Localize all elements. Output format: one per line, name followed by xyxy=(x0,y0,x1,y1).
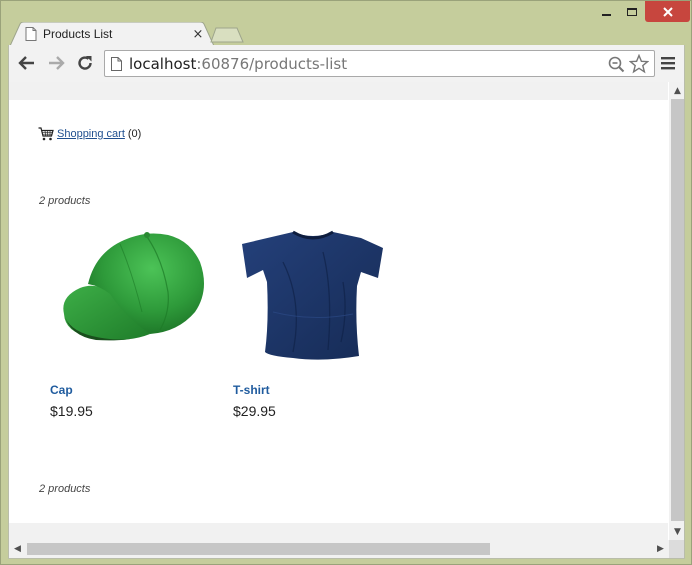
reload-icon xyxy=(78,56,92,70)
product-card: Cap $19.95 xyxy=(50,222,210,419)
minimize-button[interactable] xyxy=(593,1,619,22)
cart-count: (0) xyxy=(127,128,142,140)
reload-button[interactable] xyxy=(73,52,97,74)
horizontal-scroll-thumb[interactable] xyxy=(27,543,490,555)
browser-window: Products List × localhost:60876/products… xyxy=(0,0,692,565)
maximize-button[interactable] xyxy=(619,1,645,22)
url-text: localhost:60876/products-list xyxy=(129,55,347,73)
product-count: 2 products xyxy=(39,195,91,207)
page-viewport: Shopping cart (0) 2 products Cap $19.95 … xyxy=(8,82,685,559)
navy-tshirt-icon xyxy=(242,230,383,360)
forward-arrow-icon xyxy=(49,56,65,70)
vertical-scrollbar[interactable]: ▲ ▼ xyxy=(669,82,684,540)
scrollbar-corner xyxy=(669,540,684,558)
tab-title: Products List xyxy=(43,27,113,41)
close-icon xyxy=(662,6,673,17)
close-window-button[interactable] xyxy=(645,1,690,22)
scroll-down-arrow-icon[interactable]: ▼ xyxy=(669,523,684,540)
scroll-up-arrow-icon[interactable]: ▲ xyxy=(669,82,684,99)
product-name-link[interactable]: Cap xyxy=(50,383,210,397)
tab-content: Products List × xyxy=(25,23,205,45)
new-tab-button[interactable] xyxy=(210,27,244,43)
horizontal-scrollbar[interactable]: ◀ ▶ xyxy=(9,540,669,558)
shopping-cart-icon xyxy=(38,127,54,141)
page-icon xyxy=(25,27,37,41)
browser-toolbar: localhost:60876/products-list xyxy=(8,45,685,82)
page-header-band xyxy=(9,82,668,100)
address-bar[interactable]: localhost:60876/products-list xyxy=(104,50,655,77)
scroll-left-arrow-icon[interactable]: ◀ xyxy=(9,540,26,557)
maximize-icon xyxy=(627,7,637,16)
shopping-cart: Shopping cart (0) xyxy=(38,127,141,141)
shopping-cart-link[interactable]: Shopping cart xyxy=(57,128,125,140)
minimize-icon xyxy=(601,13,611,16)
url-host: localhost xyxy=(129,55,197,73)
scroll-right-arrow-icon[interactable]: ▶ xyxy=(652,540,669,557)
vertical-scroll-thumb[interactable] xyxy=(671,99,684,521)
forward-button[interactable] xyxy=(44,52,68,74)
product-name-link[interactable]: T-shirt xyxy=(233,383,393,397)
product-image[interactable] xyxy=(233,222,393,372)
menu-icon[interactable] xyxy=(660,54,676,72)
product-price: $19.95 xyxy=(50,403,93,419)
page-footer-band xyxy=(9,523,668,540)
page-icon xyxy=(111,57,122,71)
back-arrow-icon xyxy=(18,56,34,70)
tab-close-button[interactable]: × xyxy=(191,27,205,42)
product-image[interactable] xyxy=(50,222,210,372)
product-price: $29.95 xyxy=(233,403,276,419)
back-button[interactable] xyxy=(15,52,39,74)
zoom-icon[interactable] xyxy=(608,56,625,73)
product-count: 2 products xyxy=(39,483,91,495)
product-card: T-shirt $29.95 xyxy=(233,222,393,419)
green-cap-icon xyxy=(63,232,204,341)
url-path: :60876/products-list xyxy=(196,55,348,73)
bookmark-star-icon[interactable] xyxy=(629,54,649,74)
